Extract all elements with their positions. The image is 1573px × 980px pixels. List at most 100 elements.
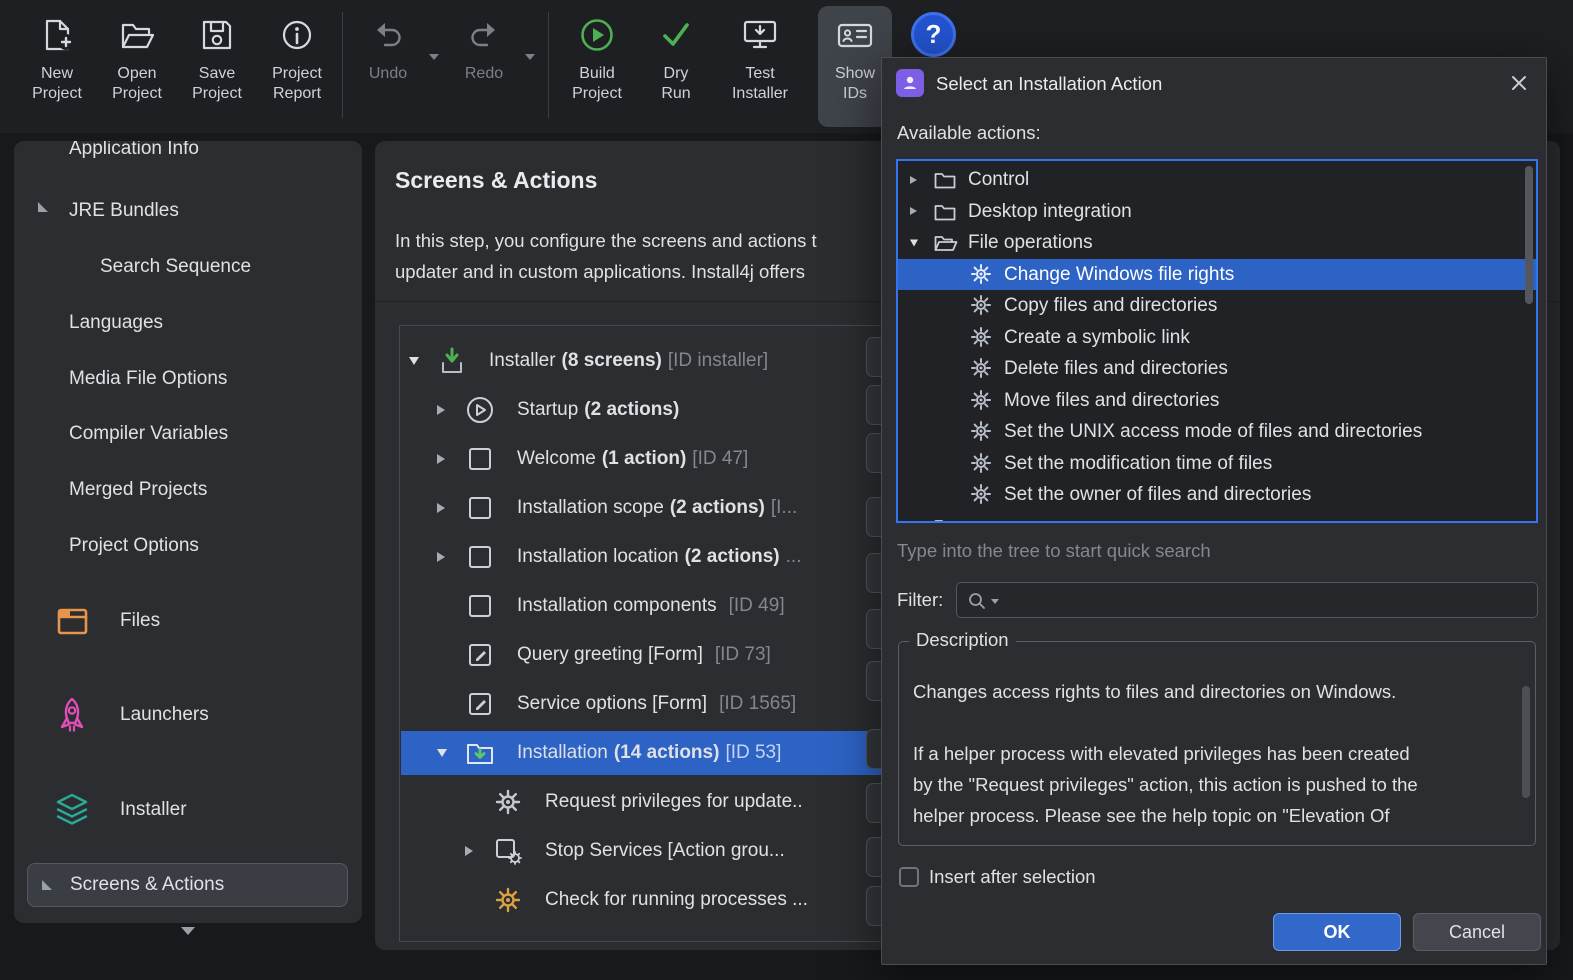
cancel-button[interactable]: Cancel	[1413, 913, 1541, 951]
folder-icon	[934, 203, 956, 221]
toolbar-label: Project Report	[272, 65, 322, 102]
toolbar-label: Build Project	[572, 65, 622, 102]
tree-row-clipped[interactable]	[898, 511, 1536, 523]
tree-row-delete-files[interactable]: Delete files and directories	[898, 353, 1536, 385]
tree-scrollbar[interactable]	[1525, 166, 1533, 304]
sidebar-item-jre-bundles[interactable]: JRE Bundles	[14, 190, 362, 232]
sidebar-item-application-info[interactable]: Application Info	[14, 141, 362, 170]
available-actions-label: Available actions:	[897, 122, 1041, 143]
tree-row-set-modification-time[interactable]: Set the modification time of files	[898, 448, 1536, 480]
action-dialog-icon	[896, 69, 924, 97]
search-icon	[967, 591, 987, 611]
expander-expanded-icon[interactable]	[409, 357, 419, 365]
sidebar-item-files[interactable]: Files	[52, 599, 160, 643]
filter-input[interactable]	[956, 582, 1538, 618]
sidebar-item-screens-actions[interactable]: Screens & Actions	[27, 863, 348, 907]
sidebar-scroll-down-icon[interactable]	[181, 927, 195, 935]
expander-collapsed-icon[interactable]	[910, 207, 917, 216]
undo-dropdown-arrow-icon[interactable]	[429, 54, 439, 60]
toolbar-label: Dry Run	[661, 65, 691, 102]
action-gear-icon	[971, 484, 991, 504]
toolbar-label: New Project	[32, 65, 82, 102]
toolbar-label: Redo	[464, 65, 504, 82]
tree-row-change-windows-file-rights[interactable]: Change Windows file rights	[898, 258, 1536, 290]
sidebar-item-project-options[interactable]: Project Options	[14, 525, 362, 567]
sidebar-item-languages[interactable]: Languages	[14, 302, 362, 344]
sidebar-item-launchers[interactable]: Launchers	[52, 693, 209, 737]
tree-row-copy-files[interactable]: Copy files and directories	[898, 290, 1536, 322]
tree-row-create-symbolic-link[interactable]: Create a symbolic link	[898, 322, 1536, 354]
rocket-icon	[52, 695, 92, 735]
save-project-button[interactable]: Save Project	[177, 12, 257, 104]
toolbar-label: Save Project	[192, 65, 242, 102]
open-project-button[interactable]: Open Project	[97, 12, 177, 104]
sidebar-item-installer[interactable]: Installer	[52, 788, 187, 832]
open-folder-icon	[119, 12, 155, 58]
action-gear-icon	[971, 358, 991, 378]
new-project-button[interactable]: New Project	[17, 12, 97, 104]
description-group-title: Description	[909, 629, 1016, 651]
description-group: Description Changes access rights to fil…	[898, 629, 1536, 846]
checkbox-unchecked-icon[interactable]	[899, 867, 919, 887]
action-gear-icon	[971, 421, 991, 441]
monitor-download-icon	[741, 12, 779, 58]
redo-dropdown-arrow-icon[interactable]	[525, 54, 535, 60]
tree-row-control[interactable]: Control	[898, 164, 1536, 196]
startup-icon	[465, 395, 495, 425]
expander-expanded-icon[interactable]	[910, 239, 918, 247]
expander-collapsed-icon[interactable]	[437, 552, 445, 562]
build-play-icon	[578, 12, 616, 58]
quick-search-hint: Type into the tree to start quick search	[897, 540, 1211, 561]
tree-row-file-operations[interactable]: File operations	[898, 227, 1536, 259]
project-report-button[interactable]: Project Report	[257, 12, 337, 104]
toolbar-separator	[548, 12, 549, 118]
expander-collapsed-icon[interactable]	[465, 846, 473, 856]
checkbox-label: Insert after selection	[929, 866, 1096, 887]
redo-button[interactable]: Redo	[448, 12, 520, 84]
tree-row-set-owner[interactable]: Set the owner of files and directories	[898, 479, 1536, 511]
action-group-icon	[493, 836, 523, 866]
sidebar-item-media-file-options[interactable]: Media File Options	[14, 358, 362, 400]
sidebar: Application Info JRE Bundles Search Sequ…	[14, 141, 362, 923]
search-options-arrow-icon[interactable]	[991, 599, 999, 604]
dry-run-button[interactable]: Dry Run	[636, 12, 716, 104]
expander-collapsed-icon[interactable]	[437, 454, 445, 464]
open-folder-icon	[934, 234, 958, 252]
tree-row-move-files[interactable]: Move files and directories	[898, 385, 1536, 417]
layers-icon	[52, 790, 92, 830]
expander-collapsed-icon[interactable]	[910, 175, 917, 184]
redo-icon	[466, 12, 502, 58]
test-installer-button[interactable]: Test Installer	[720, 12, 800, 104]
undo-icon	[370, 12, 406, 58]
description-scrollbar[interactable]	[1522, 686, 1530, 798]
tree-row-set-unix-access-mode[interactable]: Set the UNIX access mode of files and di…	[898, 416, 1536, 448]
undo-button[interactable]: Undo	[352, 12, 424, 84]
select-installation-action-dialog: Select an Installation Action Available …	[881, 57, 1547, 965]
save-icon	[199, 12, 235, 58]
toolbar-label: Show IDs	[834, 65, 876, 102]
expander-expanded-icon[interactable]	[437, 749, 447, 757]
insert-after-selection-option[interactable]: Insert after selection	[899, 866, 1096, 888]
available-actions-tree[interactable]: Control Desktop integration File operati…	[896, 159, 1538, 523]
files-icon	[52, 601, 92, 641]
expander-collapsed-icon[interactable]	[437, 405, 445, 415]
question-mark-icon: ?	[925, 19, 942, 49]
page-title: Screens & Actions	[395, 167, 598, 193]
screen-icon	[465, 542, 495, 572]
description-text: Changes access rights to files and direc…	[913, 681, 1418, 826]
expander-collapsed-icon[interactable]	[437, 503, 445, 513]
ok-button[interactable]: OK	[1273, 913, 1401, 951]
toolbar-label: Open Project	[112, 65, 162, 102]
action-gear-icon	[493, 787, 523, 817]
help-button[interactable]: ?	[911, 12, 956, 57]
expander-collapsed-icon[interactable]	[910, 522, 917, 523]
sidebar-item-merged-projects[interactable]: Merged Projects	[14, 469, 362, 511]
close-icon[interactable]	[1508, 72, 1530, 94]
sidebar-item-search-sequence[interactable]: Search Sequence	[14, 246, 362, 288]
info-icon	[279, 12, 315, 58]
tree-row-desktop-integration[interactable]: Desktop integration	[898, 196, 1536, 228]
action-gear-icon	[971, 263, 991, 284]
sidebar-item-compiler-variables[interactable]: Compiler Variables	[14, 413, 362, 455]
form-screen-icon	[465, 640, 495, 670]
build-project-button[interactable]: Build Project	[557, 12, 637, 104]
